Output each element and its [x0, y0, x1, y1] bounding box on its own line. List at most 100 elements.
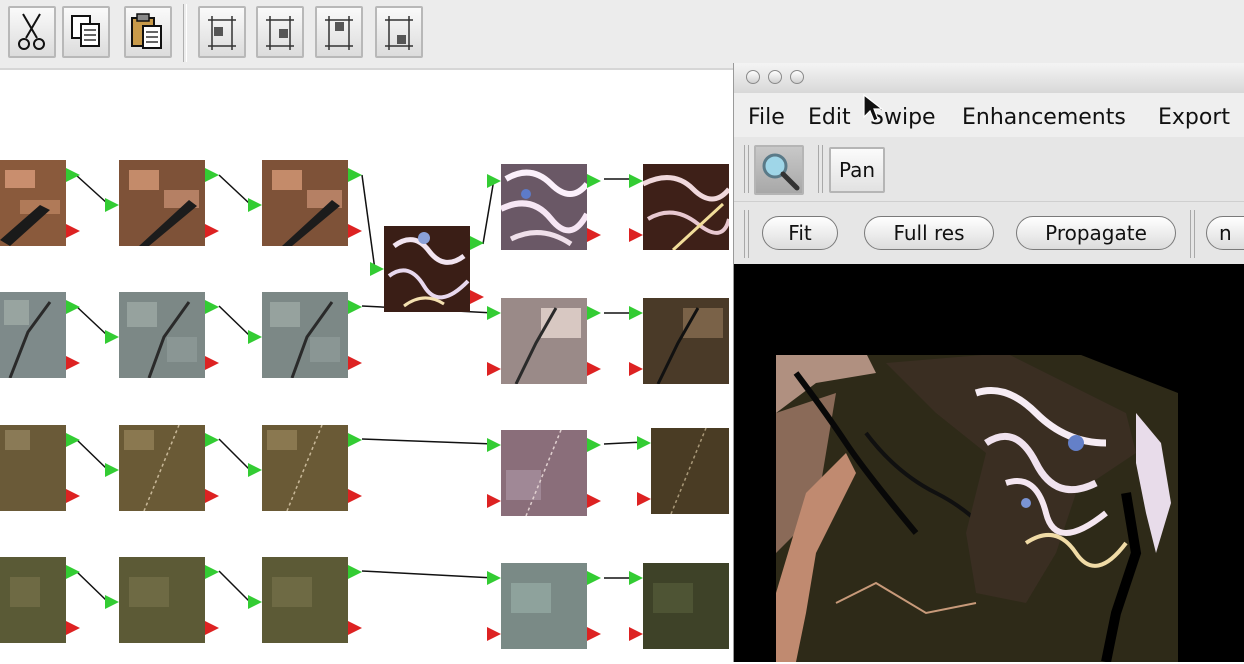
output-port[interactable]	[348, 168, 362, 182]
output-port[interactable]	[587, 306, 601, 320]
error-port[interactable]	[348, 489, 362, 503]
output-port[interactable]	[587, 174, 601, 188]
input-port[interactable]	[637, 436, 651, 450]
output-port[interactable]	[66, 168, 80, 182]
error-port[interactable]	[66, 356, 80, 370]
output-port[interactable]	[348, 433, 362, 447]
menu-file[interactable]: File	[748, 105, 785, 130]
image-node[interactable]	[0, 160, 80, 251]
close-window-button[interactable]	[746, 70, 760, 84]
input-port[interactable]	[629, 571, 643, 585]
input-port[interactable]	[370, 262, 384, 276]
cut-button[interactable]	[8, 6, 56, 58]
output-port[interactable]	[470, 236, 484, 250]
image-node[interactable]	[0, 557, 80, 648]
error-port[interactable]	[348, 356, 362, 370]
error-port[interactable]	[629, 627, 643, 641]
zoom-window-button[interactable]	[790, 70, 804, 84]
error-port[interactable]	[629, 228, 643, 242]
input-port[interactable]	[629, 306, 643, 320]
align-bottom-left-button[interactable]	[315, 6, 363, 58]
error-port[interactable]	[205, 489, 219, 503]
toolbar-grip[interactable]	[744, 210, 749, 258]
pan-tool-button[interactable]: Pan	[829, 147, 885, 193]
image-node[interactable]	[487, 298, 601, 389]
paste-button[interactable]	[124, 6, 172, 58]
input-port[interactable]	[487, 174, 501, 188]
image-node[interactable]	[248, 160, 362, 251]
output-port[interactable]	[348, 565, 362, 579]
error-port[interactable]	[205, 621, 219, 635]
error-port[interactable]	[66, 621, 80, 635]
error-port[interactable]	[66, 224, 80, 238]
menu-edit[interactable]: Edit	[808, 105, 851, 130]
input-port[interactable]	[248, 330, 262, 344]
copy-button[interactable]	[62, 6, 110, 58]
error-port[interactable]	[348, 621, 362, 635]
image-node[interactable]	[487, 563, 601, 654]
output-port[interactable]	[66, 433, 80, 447]
image-node[interactable]	[637, 427, 729, 519]
error-port[interactable]	[629, 362, 643, 376]
error-port[interactable]	[205, 356, 219, 370]
output-port[interactable]	[587, 438, 601, 452]
window-titlebar[interactable]	[734, 63, 1244, 93]
minimize-window-button[interactable]	[768, 70, 782, 84]
image-node[interactable]	[248, 557, 362, 648]
output-port[interactable]	[205, 300, 219, 314]
input-port[interactable]	[487, 571, 501, 585]
output-port[interactable]	[66, 300, 80, 314]
error-port[interactable]	[66, 489, 80, 503]
input-port[interactable]	[487, 438, 501, 452]
output-port[interactable]	[205, 433, 219, 447]
image-node[interactable]	[105, 292, 219, 383]
align-bottom-right-button[interactable]	[375, 6, 423, 58]
menu-export[interactable]: Export	[1158, 105, 1230, 130]
input-port[interactable]	[487, 306, 501, 320]
error-port[interactable]	[487, 627, 501, 641]
output-port[interactable]	[587, 571, 601, 585]
input-port[interactable]	[105, 330, 119, 344]
error-port[interactable]	[348, 224, 362, 238]
image-node[interactable]	[105, 557, 219, 648]
input-port[interactable]	[105, 595, 119, 609]
input-port[interactable]	[248, 595, 262, 609]
image-node[interactable]	[0, 425, 80, 516]
fit-button[interactable]: Fit	[762, 216, 838, 250]
error-port[interactable]	[205, 224, 219, 238]
enhanced-image-node[interactable]	[629, 164, 731, 255]
input-port[interactable]	[248, 463, 262, 477]
toolbar-grip[interactable]	[744, 145, 749, 193]
image-node[interactable]	[629, 563, 729, 654]
error-port[interactable]	[587, 362, 601, 376]
image-viewer[interactable]	[734, 264, 1244, 662]
image-node[interactable]	[105, 160, 219, 251]
error-port[interactable]	[487, 494, 501, 508]
menu-enhancements[interactable]: Enhancements	[962, 105, 1126, 130]
error-port[interactable]	[587, 627, 601, 641]
enhanced-image-node[interactable]	[370, 226, 484, 317]
truncated-button[interactable]: n	[1206, 216, 1244, 250]
input-port[interactable]	[248, 198, 262, 212]
image-node[interactable]	[629, 298, 729, 389]
enhanced-image-node[interactable]	[487, 164, 601, 255]
output-port[interactable]	[205, 565, 219, 579]
image-node[interactable]	[248, 424, 362, 516]
output-port[interactable]	[205, 168, 219, 182]
toolbar-grip[interactable]	[818, 145, 823, 193]
propagate-button[interactable]: Propagate	[1016, 216, 1176, 250]
image-node[interactable]	[105, 424, 219, 516]
input-port[interactable]	[105, 463, 119, 477]
full-res-button[interactable]: Full res	[864, 216, 994, 250]
input-port[interactable]	[105, 198, 119, 212]
align-top-left-button[interactable]	[198, 6, 246, 58]
error-port[interactable]	[637, 492, 651, 506]
toolbar-grip[interactable]	[1190, 210, 1195, 258]
error-port[interactable]	[587, 228, 601, 242]
error-port[interactable]	[470, 290, 484, 304]
output-port[interactable]	[66, 565, 80, 579]
input-port[interactable]	[629, 174, 643, 188]
zoom-tool-button[interactable]	[754, 145, 804, 195]
image-node[interactable]	[248, 292, 362, 383]
align-top-right-button[interactable]	[256, 6, 304, 58]
